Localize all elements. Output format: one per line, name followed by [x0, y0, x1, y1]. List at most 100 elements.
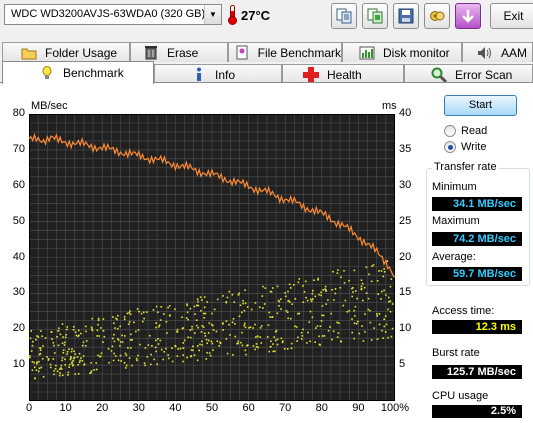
- tab-label: Disk monitor: [383, 45, 450, 60]
- access-time-point: [33, 361, 35, 364]
- access-time-point: [81, 360, 84, 362]
- access-time-point: [232, 318, 235, 320]
- access-time-point: [343, 282, 346, 284]
- access-time-point: [209, 354, 212, 357]
- access-time-point: [119, 341, 122, 343]
- access-time-point: [102, 341, 104, 343]
- exit-button[interactable]: Exit: [490, 3, 533, 29]
- drive-select[interactable]: WDC WD3200AVJS-63WDA0 (320 GB) ▼: [4, 4, 222, 25]
- access-time-point: [31, 369, 34, 371]
- access-time-point: [322, 289, 324, 291]
- right-axis-tick: 10: [399, 322, 412, 335]
- write-radio[interactable]: Write: [444, 141, 486, 153]
- access-time-point: [286, 311, 289, 313]
- access-time-point: [196, 324, 198, 327]
- left-axis-tick: 50: [12, 214, 25, 227]
- access-time-point: [38, 367, 41, 370]
- access-time-point: [210, 340, 213, 343]
- access-time-point: [203, 317, 206, 319]
- left-axis-tick: 60: [12, 178, 25, 191]
- access-time-point: [280, 308, 282, 310]
- access-time-point: [110, 350, 113, 352]
- access-time-value: 12.3 ms: [432, 320, 522, 334]
- access-time-point: [62, 349, 65, 351]
- access-time-point: [58, 374, 61, 377]
- access-time-point: [310, 300, 313, 302]
- access-time-point: [382, 275, 385, 278]
- right-axis-tick: 30: [399, 178, 412, 191]
- tab-disk-monitor[interactable]: Disk monitor: [342, 42, 462, 62]
- tab-info[interactable]: Info: [154, 64, 282, 84]
- access-time-point: [155, 305, 158, 308]
- copy-screenshot-button[interactable]: [362, 3, 388, 29]
- access-time-point: [61, 342, 64, 344]
- download-button[interactable]: [455, 3, 481, 29]
- access-time-point: [182, 360, 184, 363]
- access-time-point: [197, 304, 200, 307]
- access-time-point: [344, 299, 347, 302]
- access-time-point: [324, 285, 327, 288]
- tab-benchmark[interactable]: Benchmark: [2, 61, 154, 84]
- access-time-point: [269, 290, 272, 293]
- access-time-point: [383, 268, 385, 270]
- access-time-point: [82, 355, 85, 357]
- access-time-point: [378, 323, 381, 326]
- tab-file-benchmark[interactable]: File Benchmark: [228, 42, 342, 62]
- access-time-point: [216, 298, 219, 301]
- access-time-point: [267, 324, 270, 326]
- tab-aam[interactable]: AAM: [462, 42, 533, 62]
- access-time-point: [40, 366, 43, 369]
- access-time-point: [197, 326, 199, 329]
- access-time-point: [310, 298, 312, 301]
- start-button[interactable]: Start: [444, 95, 517, 116]
- access-time-point: [80, 357, 82, 359]
- tab-erase[interactable]: Erase: [130, 42, 228, 62]
- access-time-point: [355, 290, 357, 292]
- access-time-point: [337, 332, 340, 334]
- options-button[interactable]: [424, 3, 450, 29]
- access-time-point: [244, 322, 246, 325]
- access-time-point: [174, 345, 177, 348]
- access-time-point: [312, 298, 314, 300]
- access-time-point: [85, 340, 88, 342]
- copy-text-button[interactable]: [331, 3, 357, 29]
- access-time-point: [284, 292, 286, 294]
- access-time-point: [154, 346, 157, 349]
- access-time-point: [276, 312, 279, 315]
- access-time-point: [72, 359, 74, 362]
- read-radio[interactable]: Read: [444, 125, 487, 137]
- access-time-point: [255, 346, 258, 348]
- access-time-point: [40, 330, 42, 332]
- access-time-point: [144, 364, 146, 367]
- access-time-point: [254, 323, 256, 326]
- access-time-point: [111, 345, 114, 348]
- x-axis-tick: 70: [279, 402, 292, 414]
- access-time-point: [181, 316, 183, 318]
- access-time-point: [97, 319, 100, 322]
- access-time-point: [52, 341, 55, 344]
- right-axis-label: ms: [382, 100, 397, 112]
- access-time-point: [177, 348, 179, 350]
- tab-folder-usage[interactable]: Folder Usage: [2, 42, 130, 62]
- access-time-point: [166, 332, 168, 334]
- access-time-point: [80, 332, 82, 335]
- save-button[interactable]: [393, 3, 419, 29]
- access-time-point: [244, 326, 247, 329]
- access-time-point: [64, 358, 66, 361]
- tab-health[interactable]: Health: [282, 64, 404, 84]
- access-time-point: [327, 299, 329, 301]
- access-time-point: [176, 331, 179, 333]
- access-time-point: [123, 362, 126, 364]
- chevron-down-icon[interactable]: ▼: [204, 5, 221, 24]
- access-time-point: [143, 311, 145, 314]
- access-time-point: [276, 285, 279, 288]
- access-time-point: [319, 344, 321, 346]
- access-time-point: [124, 352, 127, 355]
- access-time-point: [301, 335, 303, 337]
- access-time-point: [252, 345, 255, 347]
- access-time-point: [38, 360, 40, 363]
- access-time-point: [124, 335, 126, 337]
- tab-error-scan[interactable]: Error Scan: [404, 64, 533, 84]
- access-time-point: [85, 330, 87, 333]
- access-time-point: [90, 372, 92, 374]
